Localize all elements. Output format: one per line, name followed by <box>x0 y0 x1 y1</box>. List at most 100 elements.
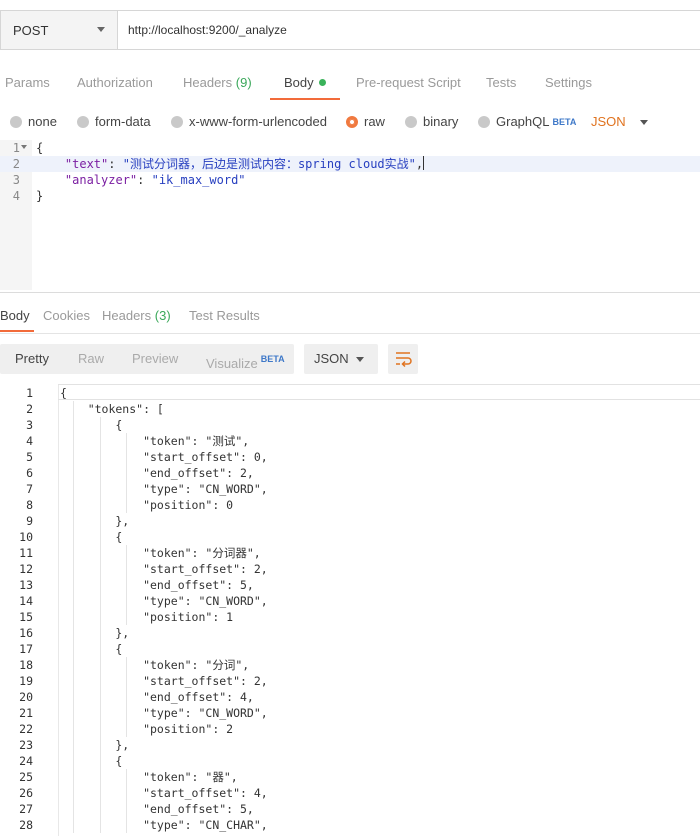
code-text: { <box>60 754 123 768</box>
tab-headers[interactable]: Headers (9) <box>183 66 252 100</box>
response-format-toolbar: Pretty Raw Preview Visualize BETA JSON <box>0 344 700 374</box>
code-line: 28 "type": "CN_CHAR", <box>0 817 700 833</box>
request-body-editor[interactable]: 1 { 2 "text": "测试分词器，后边是测试内容：spring clou… <box>0 140 700 290</box>
code-text: "type": "CN_WORD", <box>60 706 268 720</box>
tab-label: Tests <box>486 75 517 90</box>
tab-label: Body <box>284 75 314 90</box>
method-select[interactable]: POST <box>1 11 118 49</box>
code-text: "end_offset": 2, <box>60 466 254 480</box>
method-label: POST <box>13 22 49 38</box>
code-text: "analyzer": "ik_max_word" <box>64 173 246 187</box>
line-number: 16 <box>19 626 33 640</box>
tab-cookies[interactable]: Cookies <box>43 300 90 332</box>
view-mode-group: Pretty Raw Preview Visualize BETA <box>0 344 294 374</box>
radio-binary[interactable]: binary <box>405 110 458 134</box>
code-line: 24 { <box>0 753 700 769</box>
code-text: "end_offset": 5, <box>60 578 254 592</box>
code-line: 11 "token": "分词器", <box>0 545 700 561</box>
code-text: "token": "分词器", <box>60 546 261 560</box>
radio-icon <box>171 116 183 128</box>
code-line: 1 { <box>0 140 700 156</box>
request-url-bar: POST http://localhost:9200/_analyze <box>0 10 700 50</box>
radio-selected-icon <box>346 116 358 128</box>
tab-tests[interactable]: Tests <box>486 66 516 100</box>
chevron-down-icon <box>97 27 105 32</box>
body-type-options: none form-data x-www-form-urlencoded raw… <box>0 110 700 134</box>
fold-arrow-icon[interactable] <box>21 145 27 149</box>
tab-label: Settings <box>545 75 592 90</box>
code-text: "token": "测试", <box>60 434 250 448</box>
radio-urlencoded[interactable]: x-www-form-urlencoded <box>171 110 327 134</box>
line-number: 23 <box>19 738 33 752</box>
language-label: JSON <box>314 351 349 366</box>
tab-response-headers[interactable]: Headers (3) <box>102 300 171 332</box>
radio-icon <box>405 116 417 128</box>
line-number: 14 <box>19 594 33 608</box>
line-number: 6 <box>26 466 33 480</box>
tab-settings[interactable]: Settings <box>545 66 592 100</box>
code-text: "token": "分词", <box>60 658 250 672</box>
response-language-select[interactable]: JSON <box>304 344 378 374</box>
code-text: "type": "CN_CHAR", <box>60 818 268 832</box>
code-text: "tokens": [ <box>60 402 164 416</box>
code-text: "start_offset": 0, <box>60 450 268 464</box>
tab-label: Cookies <box>43 308 90 323</box>
line-number: 4 <box>12 189 20 203</box>
line-number: 24 <box>19 754 33 768</box>
code-text: { <box>60 418 123 432</box>
radio-form-data[interactable]: form-data <box>77 110 151 134</box>
beta-badge: BETA <box>552 117 577 127</box>
tab-body[interactable]: Body <box>270 66 340 100</box>
code-line: 3 { <box>0 417 700 433</box>
code-line: 17 { <box>0 641 700 657</box>
code-text: "token": "器", <box>60 770 238 784</box>
radio-label: form-data <box>95 114 151 129</box>
code-text: "text": "测试分词器，后边是测试内容：spring cloud实战", <box>64 156 425 171</box>
tab-params[interactable]: Params <box>5 66 50 100</box>
code-line: 9 }, <box>0 513 700 529</box>
response-body-viewer[interactable]: 1{2 "tokens": [3 {4 "token": "测试", 5 "sta… <box>0 384 700 836</box>
tab-label: Authorization <box>77 75 153 90</box>
tab-authorization[interactable]: Authorization <box>77 66 153 100</box>
line-number: 11 <box>19 546 33 560</box>
language-label: JSON <box>591 114 626 129</box>
tab-label: Headers <box>183 75 233 90</box>
radio-graphql[interactable]: GraphQL BETA <box>478 110 576 134</box>
radio-label: GraphQL <box>496 114 550 129</box>
radio-label: x-www-form-urlencoded <box>189 114 327 129</box>
visualize-button[interactable]: Visualize BETA <box>206 344 285 379</box>
line-number: 13 <box>19 578 33 592</box>
radio-label: raw <box>364 114 385 129</box>
tab-test-results[interactable]: Test Results <box>189 300 260 332</box>
code-line: 10 { <box>0 529 700 545</box>
code-text: }, <box>60 626 130 640</box>
wrap-icon <box>396 352 412 368</box>
line-number: 22 <box>19 722 33 736</box>
radio-none[interactable]: none <box>10 110 57 134</box>
code-line: 18 "token": "分词", <box>0 657 700 673</box>
pretty-button[interactable]: Pretty <box>15 344 49 374</box>
headers-count: (3) <box>154 308 171 323</box>
tab-pre-request-script[interactable]: Pre-request Script <box>356 66 461 100</box>
code-line: 2 "tokens": [ <box>0 401 700 417</box>
radio-label: binary <box>423 114 459 129</box>
line-number: 17 <box>19 642 33 656</box>
code-text: { <box>36 141 44 155</box>
code-text: "position": 0 <box>60 498 234 512</box>
wrap-lines-button[interactable] <box>388 344 418 374</box>
code-line: 14 "type": "CN_WORD", <box>0 593 700 609</box>
url-input[interactable]: http://localhost:9200/_analyze <box>118 11 700 49</box>
preview-button[interactable]: Preview <box>132 344 178 374</box>
line-number: 9 <box>26 514 33 528</box>
radio-raw[interactable]: raw <box>346 110 385 134</box>
raw-button[interactable]: Raw <box>78 344 104 374</box>
line-number: 21 <box>19 706 33 720</box>
pane-divider[interactable] <box>0 292 700 293</box>
code-line: 25 "token": "器", <box>0 769 700 785</box>
tab-response-body[interactable]: Body <box>0 300 34 332</box>
line-number: 15 <box>19 610 33 624</box>
code-text: "type": "CN_WORD", <box>60 594 268 608</box>
line-number: 20 <box>19 690 33 704</box>
text-cursor <box>423 156 425 170</box>
language-select[interactable]: JSON <box>591 110 648 134</box>
